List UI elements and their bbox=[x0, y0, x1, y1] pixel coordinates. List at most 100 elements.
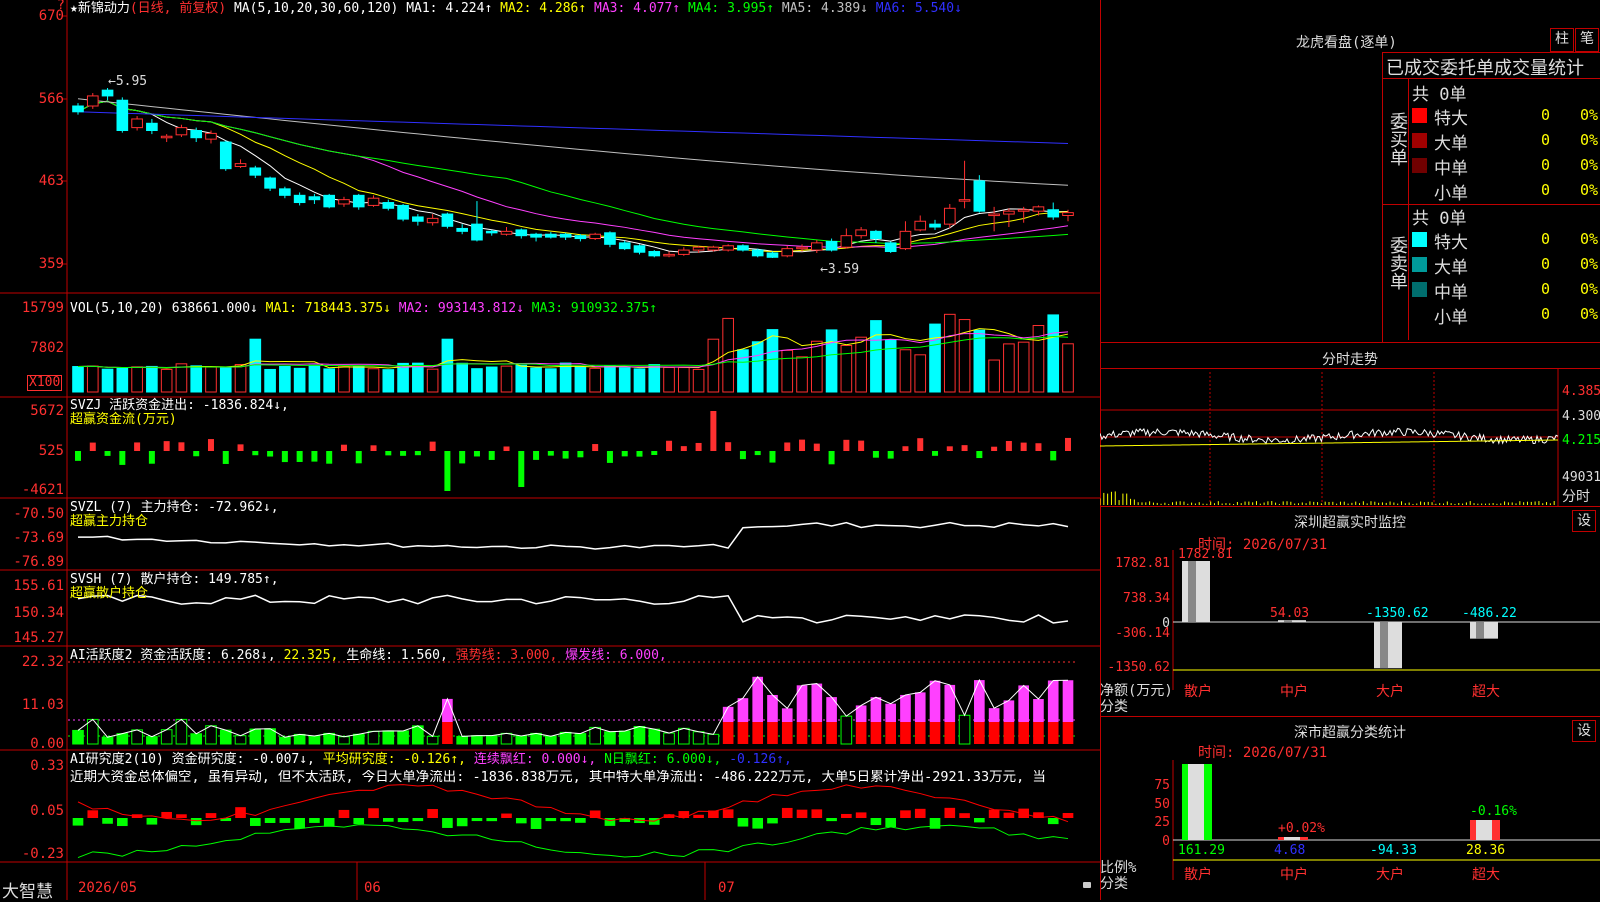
candle bbox=[205, 132, 217, 140]
category-label: 大户 bbox=[1376, 683, 1404, 700]
activity-bar bbox=[382, 730, 395, 745]
indicator-value: 连续飘红: 0.000↓, bbox=[473, 752, 605, 767]
activity-bar bbox=[811, 683, 823, 722]
research-bar bbox=[722, 809, 734, 818]
activity-bar bbox=[988, 708, 1000, 722]
net-amount-bar bbox=[1476, 622, 1484, 639]
fund-flow-bar bbox=[547, 451, 554, 456]
research-bar bbox=[456, 818, 468, 827]
research-bar bbox=[693, 814, 704, 818]
ma-params: MA(5,10,20,30,60,120) bbox=[233, 1, 399, 16]
volume-bar bbox=[382, 369, 395, 393]
fund-flow-bar bbox=[370, 445, 377, 451]
ai-active-tick: 0.00 bbox=[30, 736, 64, 752]
fund-flow-bar bbox=[606, 451, 613, 463]
ratio-value-label: 4.68 bbox=[1274, 843, 1305, 858]
fund-flow-bar bbox=[488, 451, 495, 460]
research-bar bbox=[146, 818, 158, 825]
price-tick: 566 bbox=[38, 91, 64, 107]
candle bbox=[796, 246, 808, 250]
net-amount-label: 1782.81 bbox=[1178, 547, 1233, 562]
candle bbox=[441, 213, 454, 227]
vol-values: 638661.000↓ MA1: 718443.375↓ MA2: 993143… bbox=[172, 301, 657, 316]
activity-bar bbox=[870, 722, 882, 744]
fund-flow-bar bbox=[148, 451, 155, 464]
fund-flow-bar bbox=[104, 451, 111, 456]
candle bbox=[515, 229, 528, 237]
net-amount-label: 54.03 bbox=[1270, 606, 1309, 621]
candle bbox=[86, 95, 99, 107]
brand-logo: 大智慧 bbox=[2, 882, 53, 902]
stock-name[interactable]: 新锦动力 bbox=[78, 1, 130, 16]
research-bar bbox=[501, 813, 512, 818]
fund-flow-bar bbox=[813, 443, 820, 451]
research-bar bbox=[988, 809, 1000, 818]
volume-bar bbox=[456, 362, 468, 393]
fund-flow-bar bbox=[917, 438, 924, 451]
vol-label: VOL(5,10,20) bbox=[70, 301, 164, 316]
volume-bar bbox=[796, 356, 808, 393]
indicator-value: 638661.000↓ bbox=[171, 301, 266, 316]
indicator-value: MA2: 4.286↑ bbox=[500, 1, 595, 16]
fund-flow-bar bbox=[710, 411, 717, 451]
candle bbox=[219, 141, 232, 170]
volume-bar bbox=[988, 359, 1000, 393]
volume-bar bbox=[574, 366, 587, 393]
volume-bar bbox=[914, 354, 927, 393]
fund-flow-bar bbox=[902, 446, 909, 451]
research-bar bbox=[117, 818, 128, 827]
fund-flow-bar bbox=[1050, 451, 1057, 461]
research-bar bbox=[205, 813, 217, 818]
volume-bar bbox=[146, 365, 158, 393]
volume-bar bbox=[515, 364, 528, 393]
candle bbox=[751, 249, 764, 257]
activity-bar bbox=[1033, 722, 1044, 744]
activity-bar bbox=[190, 733, 203, 745]
svsh-tick: 145.27 bbox=[13, 630, 64, 646]
lock-icon[interactable] bbox=[1083, 882, 1091, 888]
candle bbox=[160, 135, 173, 139]
volume-bar bbox=[737, 349, 749, 393]
activity-bar bbox=[781, 708, 793, 722]
classify-tick: 0 bbox=[1162, 834, 1170, 849]
ratio-bar bbox=[1278, 837, 1284, 840]
volume-bar bbox=[899, 349, 912, 393]
volume-bar bbox=[692, 368, 705, 393]
volume-bar bbox=[884, 339, 897, 393]
activity-bar bbox=[101, 736, 114, 745]
candle bbox=[737, 245, 749, 251]
monitor-tick: -1350.62 bbox=[1107, 660, 1170, 675]
vol-unit-button[interactable]: X100 bbox=[27, 375, 63, 391]
activity-bar bbox=[678, 727, 690, 745]
fund-flow-bar bbox=[828, 451, 835, 465]
fund-flow-bar bbox=[592, 444, 599, 451]
classify-tick: 50 bbox=[1154, 797, 1170, 812]
period-label[interactable]: (日线, 前复权) bbox=[130, 1, 226, 16]
research-bar bbox=[811, 809, 823, 818]
ratio-value-label: -94.33 bbox=[1370, 843, 1417, 858]
volume-bar bbox=[190, 365, 203, 393]
fund-flow-bar bbox=[459, 451, 466, 464]
svzl-tick: -76.89 bbox=[13, 554, 64, 570]
net-amount-bar bbox=[1188, 561, 1196, 622]
research-bar bbox=[249, 818, 261, 826]
activity-bar bbox=[663, 732, 675, 745]
volume-bar bbox=[1003, 343, 1015, 393]
volume-bar bbox=[618, 367, 631, 393]
activity-bar bbox=[219, 729, 232, 745]
fund-flow-bar bbox=[872, 451, 879, 458]
candle bbox=[692, 246, 705, 251]
indicator-value: -0.126↑, bbox=[729, 752, 792, 767]
volume-bar bbox=[559, 362, 572, 393]
star-icon[interactable]: ★ bbox=[70, 1, 78, 16]
fund-flow-bar bbox=[725, 442, 732, 451]
volume-bar bbox=[1017, 341, 1030, 393]
research-bar bbox=[176, 814, 187, 818]
candle bbox=[500, 230, 513, 235]
svzj-subtitle: 超赢资金流(万元) bbox=[70, 412, 177, 427]
volume-bar bbox=[929, 323, 941, 393]
ratio-value-label: 161.29 bbox=[1178, 843, 1225, 858]
activity-bar bbox=[234, 735, 247, 745]
research-bar bbox=[471, 818, 483, 822]
fund-flow-bar bbox=[887, 451, 894, 459]
